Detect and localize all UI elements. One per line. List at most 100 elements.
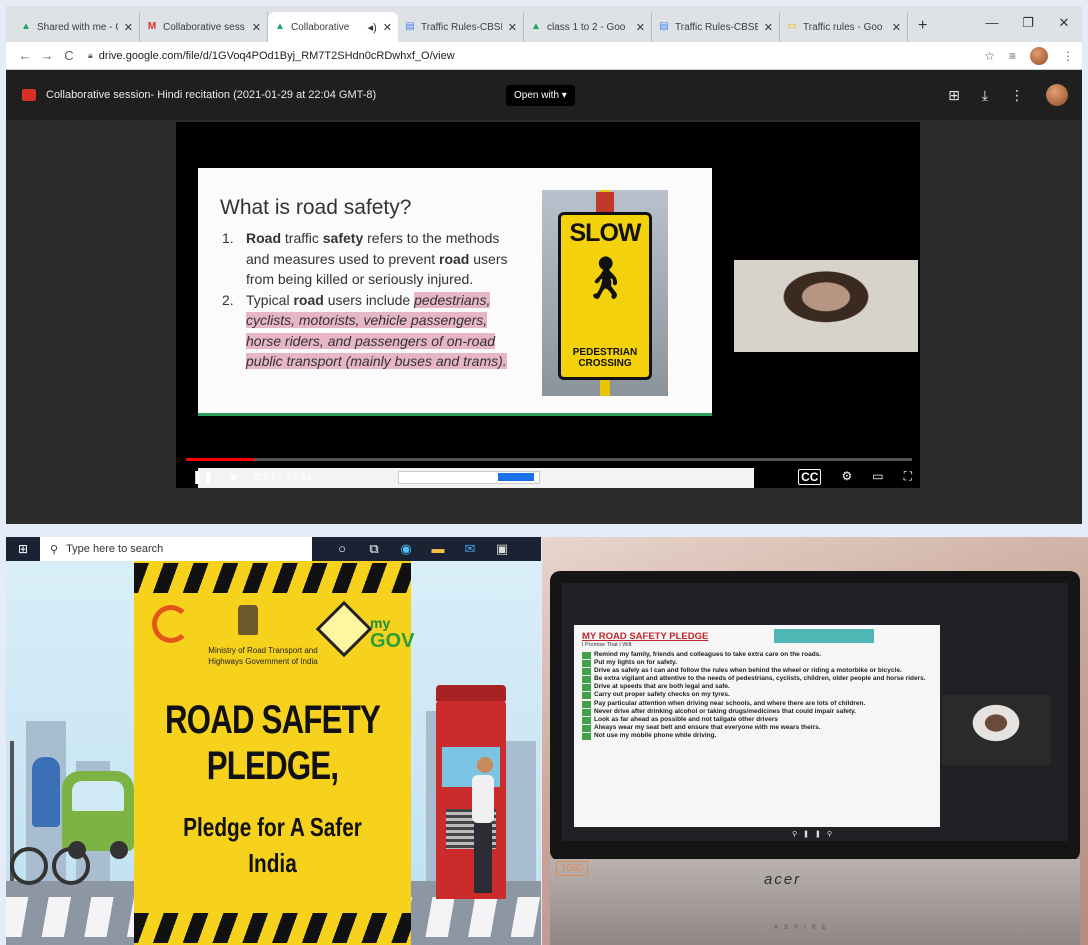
close-icon[interactable]: ✕ <box>252 21 261 34</box>
pledge-item: Put my lights on for safety. <box>582 659 932 668</box>
screen-share-badge <box>774 629 874 643</box>
pledge-slide: MY ROAD SAFETY PLEDGE I Promise That I W… <box>574 625 940 827</box>
road-sign-logo <box>315 600 373 658</box>
pause-icon[interactable]: ❚❚ <box>192 469 214 485</box>
camera-icon: ⚲ <box>826 831 838 838</box>
reload-icon[interactable]: C <box>58 48 80 63</box>
laptop-base <box>550 859 1080 945</box>
lock-icon: 🔒︎ <box>88 50 93 60</box>
participant-webcam-child <box>942 695 1050 765</box>
model-label: ASPIRE <box>774 925 833 931</box>
close-icon[interactable]: ✕ <box>508 21 517 34</box>
close-icon[interactable]: ✕ <box>892 21 901 34</box>
road-safety-campaign-logo <box>148 605 198 665</box>
tab-collaborative-gmail[interactable]: M Collaborative sess ✕ <box>140 12 268 42</box>
cortana-icon[interactable]: ○ <box>326 541 358 557</box>
menu-kebab-icon[interactable]: ⋮ <box>1062 49 1074 63</box>
pledge-subtitle: I Promise That I Will: <box>582 642 633 648</box>
address-bar: ← → C 🔒︎ drive.google.com/file/d/1GVoq4P… <box>6 42 1082 70</box>
store-icon[interactable]: ▣ <box>486 541 518 557</box>
task-view-icon[interactable]: ⧉ <box>358 541 390 557</box>
video-viewer: What is road safety? 1. Road traffic safe… <box>6 120 1082 524</box>
close-icon[interactable]: ✕ <box>636 21 645 34</box>
pledge-item: Pay particular attention when driving ne… <box>582 700 932 708</box>
new-tab-button[interactable]: + <box>908 12 937 42</box>
pedestrian-illustration <box>472 757 498 897</box>
forward-icon[interactable]: → <box>36 48 58 63</box>
progress-fill <box>186 458 255 461</box>
add-comment-icon[interactable]: ⊞ <box>948 87 960 104</box>
mail-icon[interactable]: ✉ <box>454 541 486 557</box>
video-time: 2:53 / 30:41 <box>254 471 313 483</box>
video-progress-bar[interactable] <box>186 458 912 461</box>
window-controls: — ❐ ✕ <box>974 6 1082 42</box>
minimize-icon[interactable]: — <box>974 6 1010 42</box>
poster-headline: ROAD SAFETY PLEDGE, Pledge for A Safer I… <box>164 698 381 878</box>
laptop-lid: MY ROAD SAFETY PLEDGE I Promise That I W… <box>550 571 1080 861</box>
edge-icon[interactable]: ◉ <box>390 541 422 557</box>
pledge-item: Carry out proper safety checks on my tyr… <box>582 691 932 700</box>
docs-icon: ▤ <box>659 21 669 32</box>
video-player[interactable]: What is road safety? 1. Road traffic safe… <box>176 122 920 488</box>
slide-list-item: 2. Typical road users include pedestrians… <box>222 291 507 369</box>
bookmark-star-icon[interactable]: ☆ <box>984 49 995 63</box>
file-explorer-icon[interactable]: ▬ <box>422 541 454 557</box>
tab-strip: ▲ Shared with me - G ✕ M Collaborative s… <box>6 6 1082 42</box>
taskbar-search[interactable]: ⚲ Type here to search <box>40 537 312 561</box>
drive-icon: ▲ <box>21 21 31 32</box>
mygov-logo: my GOV <box>370 615 415 652</box>
restore-icon[interactable]: ❐ <box>1010 6 1046 42</box>
drive-icon: ▲ <box>531 21 541 32</box>
drive-icon: ▲ <box>275 21 285 32</box>
search-icon: ⚲ <box>50 543 59 556</box>
back-icon[interactable]: ← <box>14 48 36 63</box>
pledge-item: Drive as safely as I can and follow the … <box>582 667 932 676</box>
acer-logo: acer <box>764 871 802 888</box>
slide-list: 1. Road traffic safety refers to the meth… <box>222 228 522 372</box>
tab-shared-with-me[interactable]: ▲ Shared with me - G ✕ <box>14 12 140 42</box>
close-window-icon[interactable]: ✕ <box>1046 6 1082 42</box>
road-safety-poster: Ministry of Road Transport and Highways … <box>6 561 541 945</box>
participant-webcam <box>734 260 918 352</box>
more-options-icon[interactable]: ⋮ <box>1010 87 1024 104</box>
windows-taskbar: ⊞ ⚲ Type here to search ○ ⧉ ◉ ▬ ✉ ▣ <box>6 537 541 561</box>
pledge-title: MY ROAD SAFETY PLEDGE <box>582 631 709 642</box>
browser-window: ▲ Shared with me - G ✕ M Collaborative s… <box>6 6 1082 524</box>
tab-traffic-rules-slides[interactable]: ▭ Traffic rules - Goo ✕ <box>780 12 908 42</box>
pledge-item: Be extra vigilant and attentive to the n… <box>582 675 932 684</box>
reading-list-icon[interactable]: ≡ <box>1009 49 1016 63</box>
video-file-icon <box>22 89 36 101</box>
pledge-item: Drive at speeds that are both legal and … <box>582 683 932 692</box>
download-icon[interactable]: ⤓ <box>982 87 988 104</box>
fullscreen-icon[interactable]: ⛶ <box>904 469 912 485</box>
pause-icon: ❚❚ <box>803 831 827 838</box>
audio-icon[interactable]: ◂) <box>368 21 377 34</box>
volume-icon[interactable]: 🔊︎ <box>230 469 238 485</box>
close-icon[interactable]: ✕ <box>383 21 392 34</box>
tab-collaborative-active[interactable]: ▲ Collaborative ◂) ✕ <box>268 12 398 42</box>
tab-traffic-rules-cbse-2[interactable]: ▤ Traffic Rules-CBSE ✕ <box>652 12 780 42</box>
captions-icon[interactable]: CC <box>798 469 822 485</box>
tab-traffic-rules-cbse[interactable]: ▤ Traffic Rules-CBSE ✕ <box>398 12 524 42</box>
open-with-button[interactable]: Open with ▾ <box>506 85 575 106</box>
slow-sign-image: SLOW 🚶︎ PEDESTRIAN CROSSING <box>542 190 668 396</box>
poster-logos: Ministry of Road Transport and Highways … <box>148 600 414 685</box>
file-title: Collaborative session- Hindi recitation … <box>46 89 377 101</box>
profile-avatar[interactable] <box>1030 46 1048 65</box>
drive-preview-header: Collaborative session- Hindi recitation … <box>6 70 1082 120</box>
video-controls: ❚❚ 🔊︎ 2:53 / 30:41 CC ⚙ ▭ ⛶ <box>192 468 912 486</box>
mic-icon: ⚲ <box>791 831 804 838</box>
windows-start-icon[interactable]: ⊞ <box>6 542 40 556</box>
close-icon[interactable]: ✕ <box>764 21 773 34</box>
pledge-item: Never drive after drinking alcohol or ta… <box>582 708 932 716</box>
account-avatar[interactable] <box>1046 84 1068 106</box>
miniplayer-icon[interactable]: ▭ <box>872 469 883 485</box>
settings-gear-icon[interactable]: ⚙ <box>841 469 852 485</box>
slide-list-item: 1. Road traffic safety refers to the meth… <box>222 230 508 287</box>
url-field[interactable]: 🔒︎ drive.google.com/file/d/1GVoq4POd1Byj… <box>88 44 971 67</box>
tab-class-1-to-2[interactable]: ▲ class 1 to 2 - Goo ✕ <box>524 12 652 42</box>
close-icon[interactable]: ✕ <box>124 21 133 34</box>
laptop-photo: MY ROAD SAFETY PLEDGE I Promise That I W… <box>542 537 1088 945</box>
national-emblem-icon <box>238 605 258 635</box>
pledge-item: Look as far ahead as possible and not ta… <box>582 716 932 724</box>
